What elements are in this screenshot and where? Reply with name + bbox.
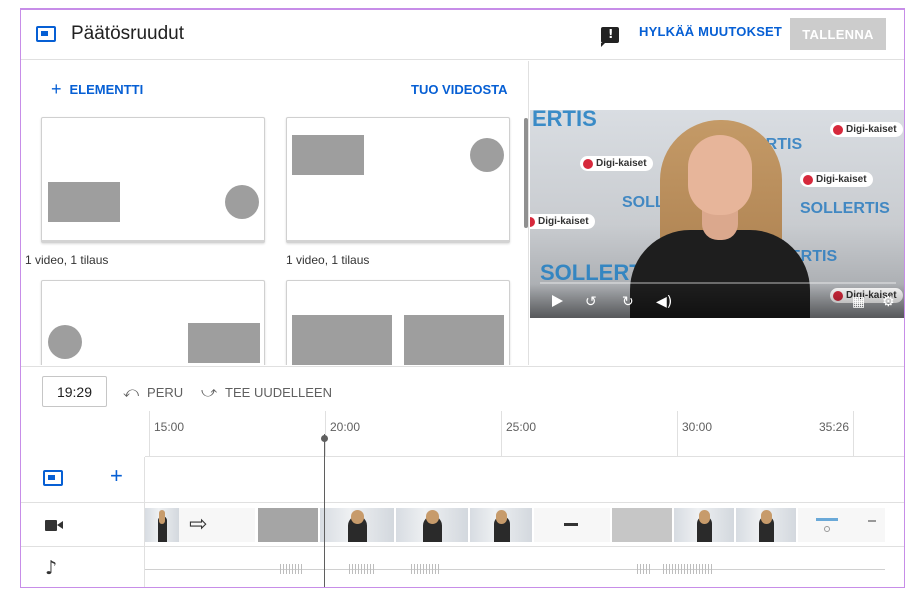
- end-screen-editor: Päätösruudut HYLKÄÄ MUUTOKSET TALLENNA +…: [20, 8, 905, 588]
- filmstrip-frame: [736, 508, 796, 542]
- filmstrip-frame: [798, 508, 885, 542]
- template-panel: + ELEMENTTI TUO VIDEOSTA 1 video, 1 tila…: [21, 61, 529, 365]
- timeline: 19:29 ⤺ PERU ⤻ TEE UUDELLEEN 15:00 20:00…: [21, 366, 904, 587]
- undo-label: PERU: [147, 384, 184, 400]
- tick-label: 20:00: [330, 420, 361, 434]
- ruler-tick: 20:00: [325, 411, 360, 457]
- video-element-placeholder: [292, 135, 364, 175]
- digi-logo: Digi-kaiset: [530, 214, 595, 229]
- waveform-segment: [349, 564, 375, 574]
- ruler-tick: 25:00: [501, 411, 536, 457]
- playhead[interactable]: [324, 434, 325, 587]
- template-card[interactable]: [286, 280, 510, 365]
- digi-logo: Digi-kaiset: [800, 172, 873, 187]
- filmstrip-frame: [320, 508, 394, 542]
- undo-icon: ⤺: [123, 383, 140, 401]
- end-screen-icon: [36, 26, 56, 42]
- import-from-video-button[interactable]: TUO VIDEOSTA: [411, 82, 508, 97]
- current-time-field[interactable]: 19:29: [42, 376, 107, 407]
- audio-waveform: [145, 564, 885, 574]
- discard-changes-button[interactable]: HYLKÄÄ MUUTOKSET: [639, 24, 782, 39]
- redo-icon: ⤻: [201, 383, 218, 401]
- tick-label: 35:26: [819, 420, 850, 434]
- ruler-tick: 15:00: [149, 411, 184, 457]
- add-element-label: ELEMENTTI: [69, 82, 144, 97]
- redo-button[interactable]: ⤻ TEE UUDELLEEN: [201, 383, 332, 401]
- filmstrip-frame: ⇨: [179, 508, 255, 542]
- template-card[interactable]: [41, 117, 265, 243]
- subscribe-element-placeholder: [48, 325, 82, 359]
- video-filmstrip[interactable]: ⇨: [145, 508, 885, 542]
- redo-label: TEE UUDELLEEN: [225, 384, 332, 400]
- play-icon[interactable]: [552, 295, 563, 307]
- feedback-icon[interactable]: [601, 27, 619, 47]
- video-element-placeholder: [188, 323, 260, 363]
- video-element-placeholder: [292, 315, 392, 365]
- panel-scrollbar[interactable]: [524, 118, 528, 228]
- save-button[interactable]: TALLENNA: [790, 18, 886, 50]
- filmstrip-frame: [396, 508, 468, 542]
- plus-icon: +: [51, 79, 62, 99]
- header: Päätösruudut HYLKÄÄ MUUTOKSET TALLENNA: [21, 10, 904, 60]
- video-element-placeholder: [404, 315, 504, 365]
- ruler-tick: 30:00: [677, 411, 712, 457]
- subscribe-element-placeholder: [225, 185, 259, 219]
- filmstrip-frame: [145, 508, 179, 542]
- volume-icon[interactable]: ◀): [656, 294, 672, 310]
- rewind-icon[interactable]: ↺: [585, 294, 597, 310]
- template-card[interactable]: [41, 280, 265, 365]
- tick-label: 25:00: [506, 420, 537, 434]
- grid-icon[interactable]: ▦: [852, 294, 865, 310]
- end-screen-track[interactable]: +: [21, 457, 904, 503]
- tick-label: 30:00: [682, 420, 713, 434]
- settings-icon[interactable]: ⚙: [882, 294, 895, 310]
- filmstrip-frame: [612, 508, 672, 542]
- digi-logo: Digi-kaiset: [580, 156, 653, 171]
- backdrop-brand-text: SOLLERTIS: [800, 200, 890, 217]
- filmstrip-frame: [674, 508, 734, 542]
- waveform-segment: [280, 564, 302, 574]
- forward-icon[interactable]: ↻: [622, 294, 634, 310]
- playhead-handle[interactable]: [321, 435, 328, 442]
- player-controls: ↺ ↻ ◀) ▦ ⚙: [530, 284, 904, 318]
- page-title: Päätösruudut: [71, 23, 185, 44]
- template-label: 1 video, 1 tilaus: [286, 253, 370, 267]
- waveform-segment: [637, 564, 651, 574]
- add-element-button[interactable]: + ELEMENTTI: [51, 79, 144, 99]
- subscribe-element-placeholder: [470, 138, 504, 172]
- template-card[interactable]: [286, 117, 510, 243]
- presenter-face: [688, 135, 752, 215]
- video-preview[interactable]: ERTIS ERTIS SOLLERTIS SOLLERTIS SOLLERTI…: [530, 110, 904, 318]
- filmstrip-frame: [470, 508, 532, 542]
- video-element-placeholder: [48, 182, 120, 222]
- timeline-ruler[interactable]: 15:00 20:00 25:00 30:00 35:26: [145, 411, 904, 457]
- filmstrip-frame: [534, 508, 610, 542]
- tick-label: 15:00: [154, 420, 185, 434]
- undo-button[interactable]: ⤺ PERU: [123, 383, 183, 401]
- template-label: 1 video, 1 tilaus: [25, 253, 109, 267]
- waveform-segment: [663, 564, 713, 574]
- audio-track[interactable]: ♪: [21, 547, 904, 587]
- track-header-column: [21, 457, 145, 587]
- digi-logo: Digi-kaiset: [830, 122, 903, 137]
- waveform-segment: [411, 564, 441, 574]
- filmstrip-frame: [258, 508, 318, 542]
- video-track[interactable]: ⇨: [21, 503, 904, 547]
- ruler-tick: 35:26: [819, 411, 854, 457]
- backdrop-brand-text: ERTIS: [532, 110, 597, 131]
